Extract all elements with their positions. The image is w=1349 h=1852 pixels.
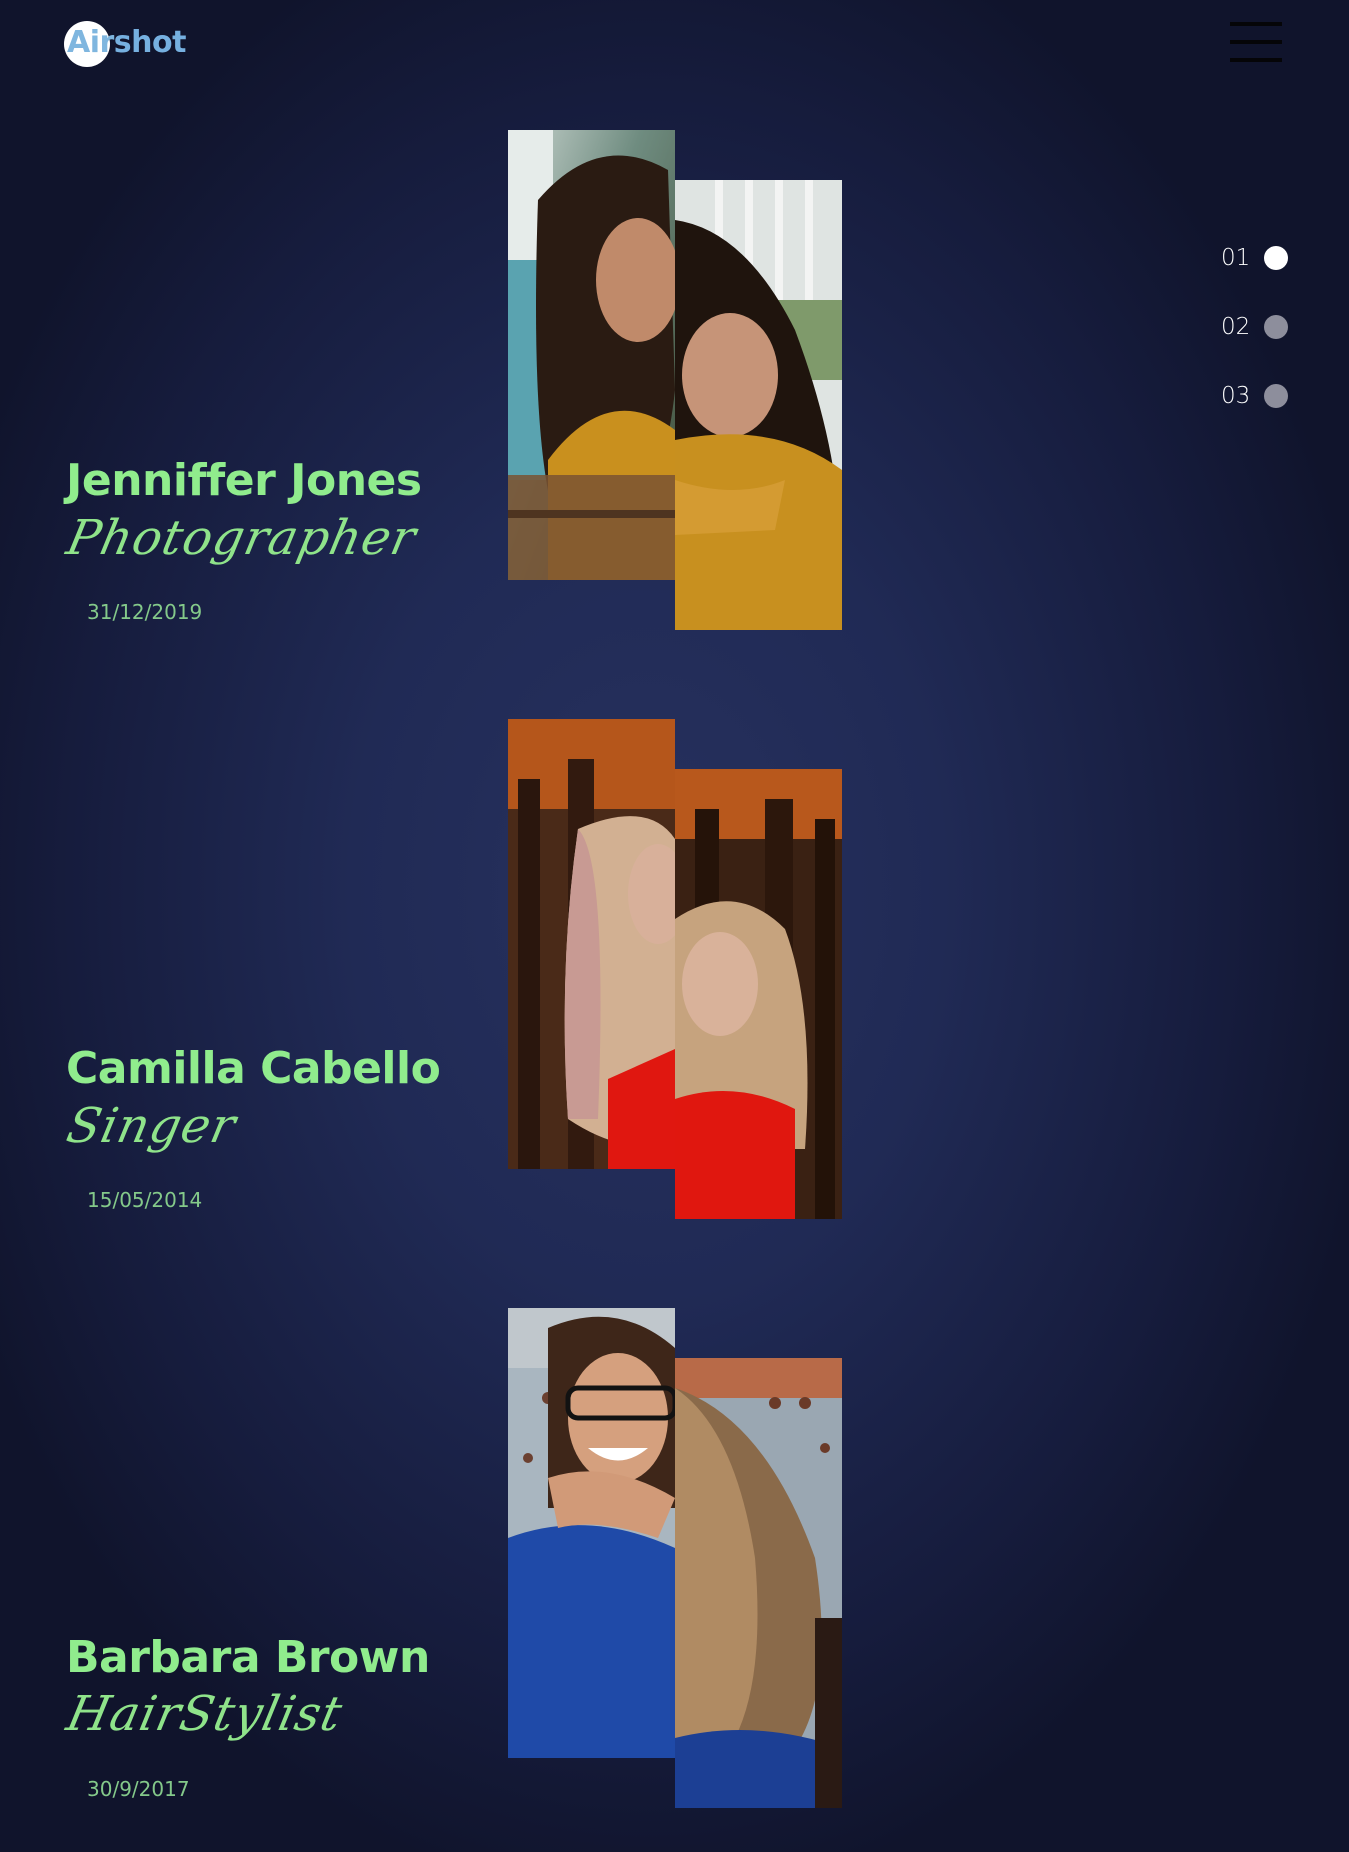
person-role: HairStylist (62, 1686, 348, 1742)
person-date: 15/05/2014 (87, 1188, 203, 1212)
portrait-photo-right[interactable] (675, 1358, 842, 1808)
person-name: Camilla Cabello (66, 1043, 441, 1094)
portrait-photo-left[interactable] (508, 719, 675, 1169)
person-role: Singer (62, 1098, 242, 1154)
portrait-image (508, 719, 675, 1169)
portrait-photo-right[interactable] (675, 769, 842, 1219)
person-date: 30/9/2017 (87, 1777, 190, 1801)
portrait-image (675, 769, 842, 1219)
person-name: Barbara Brown (66, 1632, 430, 1683)
person-role: Photographer (62, 510, 422, 566)
person-card-3: Barbara Brown HairStylist 30/9/2017 (0, 0, 1349, 1808)
portrait-image (675, 1358, 842, 1808)
portrait-photo-left[interactable] (508, 1308, 675, 1758)
person-date: 31/12/2019 (87, 600, 203, 624)
portrait-image (508, 1308, 675, 1758)
